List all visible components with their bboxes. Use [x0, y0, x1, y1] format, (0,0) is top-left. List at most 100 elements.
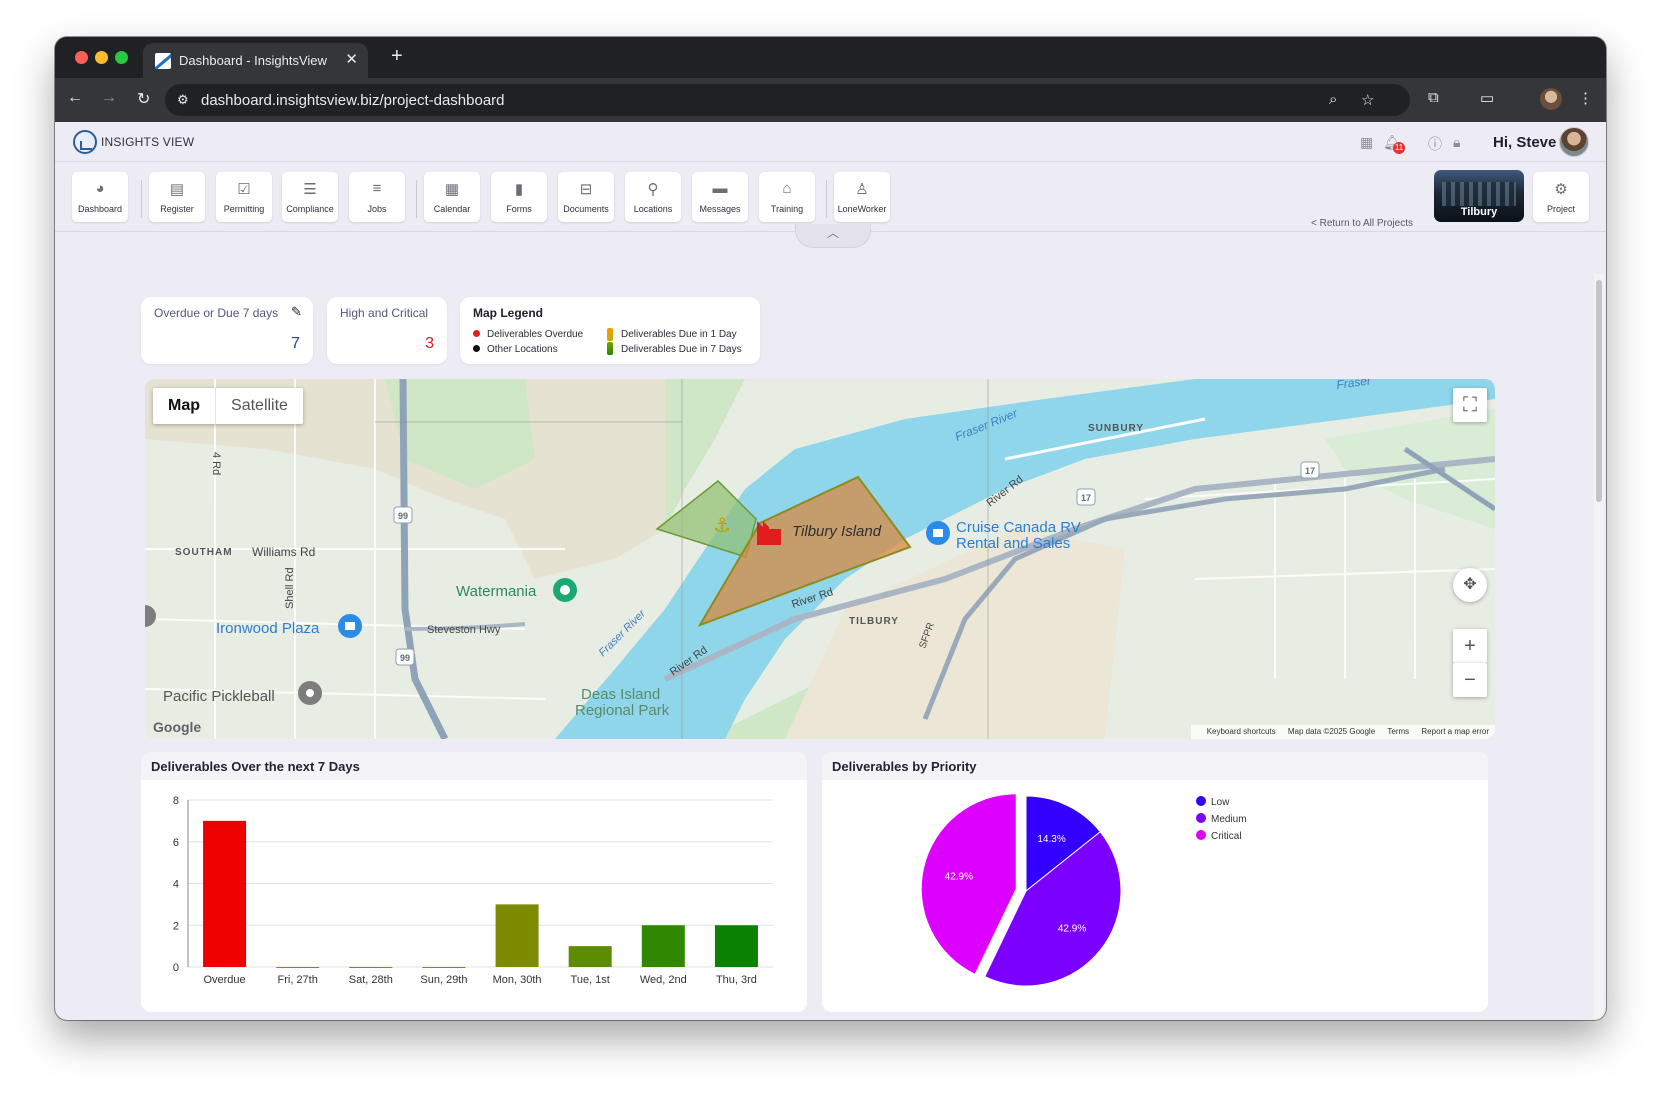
- pie-legend: Low Medium Critical: [1196, 796, 1247, 847]
- keyboard-shortcuts-link[interactable]: Keyboard shortcuts: [1207, 727, 1276, 736]
- zoom-in-button[interactable]: +: [1453, 629, 1487, 663]
- back-icon[interactable]: ←: [67, 89, 83, 107]
- close-window-button[interactable]: [75, 51, 88, 64]
- module-label: Jobs: [367, 204, 387, 214]
- url-text[interactable]: dashboard.insightsview.biz/project-dashb…: [201, 92, 505, 109]
- bar[interactable]: [422, 967, 466, 968]
- bar-chart: 0 2 4 6 8 Overdue Fri, 27th Sat, 28th Sun, 29th M…: [173, 795, 773, 986]
- legend-label: Deliverables Due in 1 Day: [621, 329, 737, 340]
- module-dashboard[interactable]: ◕ Dashboard: [72, 172, 128, 222]
- bar[interactable]: [203, 820, 247, 967]
- bar-chart-card: Deliverables Over the next 7 Days 0 2 4 6 8 O…: [141, 752, 807, 1012]
- user-avatar[interactable]: [1559, 127, 1589, 157]
- map-type-satellite-button[interactable]: Satellite: [215, 388, 303, 424]
- ordered-list-icon: ☰: [303, 181, 317, 198]
- legend-item[interactable]: Medium: [1196, 813, 1247, 830]
- maximize-window-button[interactable]: [115, 51, 128, 64]
- module-label: Calendar: [433, 204, 471, 214]
- legend-item[interactable]: Critical: [1196, 830, 1247, 847]
- overdue-stat-card[interactable]: Overdue or Due 7 days ✎ 7: [141, 297, 313, 364]
- map-data-text: Map data ©2025 Google: [1287, 727, 1376, 736]
- map-label: Shell Rd: [284, 567, 296, 609]
- forward-icon[interactable]: →: [101, 89, 117, 107]
- module-loneworker[interactable]: ♙ LoneWorker: [834, 172, 890, 222]
- map-label: 4 Rd: [210, 452, 222, 475]
- highway-label: 99: [398, 511, 408, 521]
- chart-title: Deliverables Over the next 7 Days: [151, 759, 360, 774]
- module-documents[interactable]: ⊟ Documents: [558, 172, 614, 222]
- edit-icon[interactable]: ✎: [291, 304, 302, 320]
- bookmark-star-icon[interactable]: ☆: [1361, 91, 1374, 109]
- slice-value-label: 42.9%: [945, 872, 973, 883]
- return-to-projects-link[interactable]: < Return to All Projects: [1311, 218, 1413, 229]
- bar[interactable]: [641, 925, 685, 967]
- module-permitting[interactable]: ☑ Permitting: [216, 172, 272, 222]
- legend-item[interactable]: Low: [1196, 796, 1247, 813]
- module-register[interactable]: ▤ Register: [149, 172, 205, 222]
- anchor-icon: ⚓: [713, 513, 731, 537]
- report-error-link[interactable]: Report a map error: [1421, 727, 1489, 736]
- map-view[interactable]: ⚓ Fraser Fraser River SUNBURY River Rd R…: [145, 379, 1495, 739]
- y-tick-label: 6: [173, 837, 179, 849]
- module-calendar[interactable]: ▦ Calendar: [424, 172, 480, 222]
- folder-tree-icon: ⊟: [579, 181, 593, 198]
- new-tab-icon[interactable]: +: [391, 45, 403, 68]
- browser-tab-strip: Dashboard - InsightsView ✕ +: [55, 37, 1606, 78]
- module-jobs[interactable]: ≡ Jobs: [349, 172, 405, 222]
- high-critical-stat-card[interactable]: High and Critical 3: [327, 297, 447, 364]
- scrollbar-thumb[interactable]: [1596, 280, 1602, 502]
- module-messages[interactable]: ▬ Messages: [692, 172, 748, 222]
- module-label: LoneWorker: [837, 204, 887, 214]
- dashboard-icon: ◕: [95, 180, 105, 197]
- module-label: Project: [1546, 204, 1575, 214]
- site-info-icon[interactable]: ⚙: [177, 92, 191, 107]
- red-dot-icon: [473, 330, 480, 337]
- pie-chart: 14.3% 42.9% 42.9%: [920, 793, 1122, 987]
- project-tile[interactable]: Tilbury: [1434, 170, 1524, 222]
- module-training[interactable]: ⌂ Training: [759, 172, 815, 222]
- bar[interactable]: [276, 967, 320, 968]
- address-bar[interactable]: ⚙ dashboard.insightsview.biz/project-das…: [165, 84, 1410, 116]
- calendar-icon[interactable]: ▦: [1360, 134, 1373, 151]
- lock-icon[interactable]: 🔒︎: [1453, 134, 1460, 151]
- terms-link[interactable]: Terms: [1387, 727, 1409, 736]
- profile-avatar[interactable]: [1540, 88, 1562, 110]
- module-forms[interactable]: ▮ Forms: [491, 172, 547, 222]
- browser-tab[interactable]: Dashboard - InsightsView ✕: [143, 43, 368, 78]
- info-icon[interactable]: ⓘ: [1428, 134, 1442, 154]
- reload-icon[interactable]: ↻: [137, 89, 150, 109]
- bar[interactable]: [495, 904, 539, 967]
- map-label: Williams Rd: [252, 545, 315, 559]
- tab-close-icon[interactable]: ✕: [345, 50, 358, 68]
- x-tick-label: Thu, 3rd: [716, 974, 757, 986]
- minimize-window-button[interactable]: [95, 51, 108, 64]
- collapse-toolbar-button[interactable]: ︿: [795, 224, 871, 248]
- pie-chart-card: Deliverables by Priority 14.3% 42.9% 42.9%…: [822, 752, 1488, 1012]
- module-compliance[interactable]: ☰ Compliance: [282, 172, 338, 222]
- browser-menu-icon[interactable]: ⋮: [1578, 89, 1593, 107]
- bar[interactable]: [568, 946, 612, 967]
- module-label: Register: [160, 204, 194, 214]
- bar[interactable]: [349, 967, 393, 968]
- divider: [416, 180, 417, 218]
- list-icon: ≡: [372, 180, 382, 197]
- legend-label: Critical: [1211, 831, 1242, 842]
- slice-value-label: 14.3%: [1037, 834, 1065, 845]
- legend-swatch: [1196, 813, 1206, 823]
- module-project-settings[interactable]: ⚙ Project: [1533, 172, 1589, 222]
- module-locations[interactable]: ⚲ Locations: [625, 172, 681, 222]
- fullscreen-icon[interactable]: ⛶: [1453, 388, 1487, 422]
- extensions-icon[interactable]: ⧉: [1428, 89, 1439, 106]
- x-tick-label: Sat, 28th: [349, 974, 393, 986]
- zoom-icon[interactable]: ⌕: [1329, 91, 1337, 108]
- bar[interactable]: [714, 925, 758, 967]
- module-label: Dashboard: [77, 204, 123, 214]
- camera-control-icon[interactable]: ✥: [1453, 568, 1487, 602]
- map-type-map-button[interactable]: Map: [153, 388, 215, 424]
- module-label: Locations: [633, 204, 673, 214]
- zoom-out-button[interactable]: −: [1453, 663, 1487, 697]
- cast-icon[interactable]: ▭: [1480, 89, 1494, 107]
- legend-label: Other Locations: [487, 344, 558, 355]
- user-greeting[interactable]: Hi, Steve: [1493, 134, 1556, 151]
- legend-label: Medium: [1211, 814, 1247, 825]
